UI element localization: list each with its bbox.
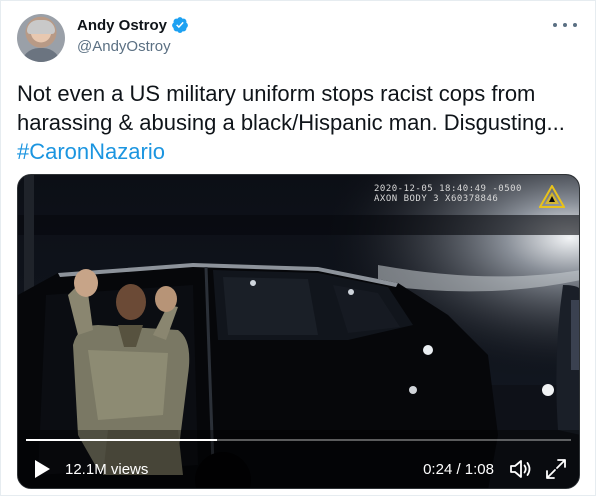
verified-badge-icon — [172, 17, 188, 33]
tweet-text: Not even a US military uniform stops rac… — [17, 79, 587, 166]
video-frame — [18, 175, 579, 488]
video-time: 0:24 / 1:08 — [423, 461, 494, 478]
bodycam-timestamp: 2020-12-05 18:40:49 -0500 — [374, 184, 522, 194]
tweet-text-line: harassing & abusing a black/Hispanic man… — [17, 110, 565, 135]
bodycam-overlay: 2020-12-05 18:40:49 -0500 AXON BODY 3 X6… — [374, 184, 522, 204]
axon-logo-icon — [539, 185, 565, 208]
more-options-icon[interactable] — [553, 15, 577, 35]
bodycam-device-id: AXON BODY 3 X60378846 — [374, 194, 499, 204]
play-icon[interactable] — [32, 459, 52, 479]
video-controls: 12.1M views 0:24 / 1:08 — [18, 451, 579, 487]
fullscreen-icon[interactable] — [545, 458, 567, 480]
avatar[interactable] — [17, 14, 65, 62]
more-dot — [553, 23, 557, 27]
author-handle[interactable]: @AndyOstroy — [77, 38, 171, 55]
hashtag-link[interactable]: #CaronNazario — [17, 137, 587, 166]
author-display-name[interactable]: Andy Ostroy — [77, 17, 167, 34]
tweet-card[interactable]: Andy Ostroy @AndyOstroy Not even a US mi… — [0, 0, 596, 496]
more-dot — [573, 23, 577, 27]
more-dot — [563, 23, 567, 27]
tweet-text-line: Not even a US military uniform stops rac… — [17, 81, 536, 106]
author-name-row: Andy Ostroy — [77, 16, 189, 34]
video-player[interactable]: 2020-12-05 18:40:49 -0500 AXON BODY 3 X6… — [17, 174, 580, 489]
progress-fill — [26, 439, 217, 441]
view-count: 12.1M views — [65, 461, 149, 478]
volume-icon[interactable] — [509, 458, 533, 480]
avatar-hair — [27, 20, 55, 34]
progress-bar[interactable] — [26, 439, 571, 441]
avatar-shirt — [21, 48, 61, 62]
